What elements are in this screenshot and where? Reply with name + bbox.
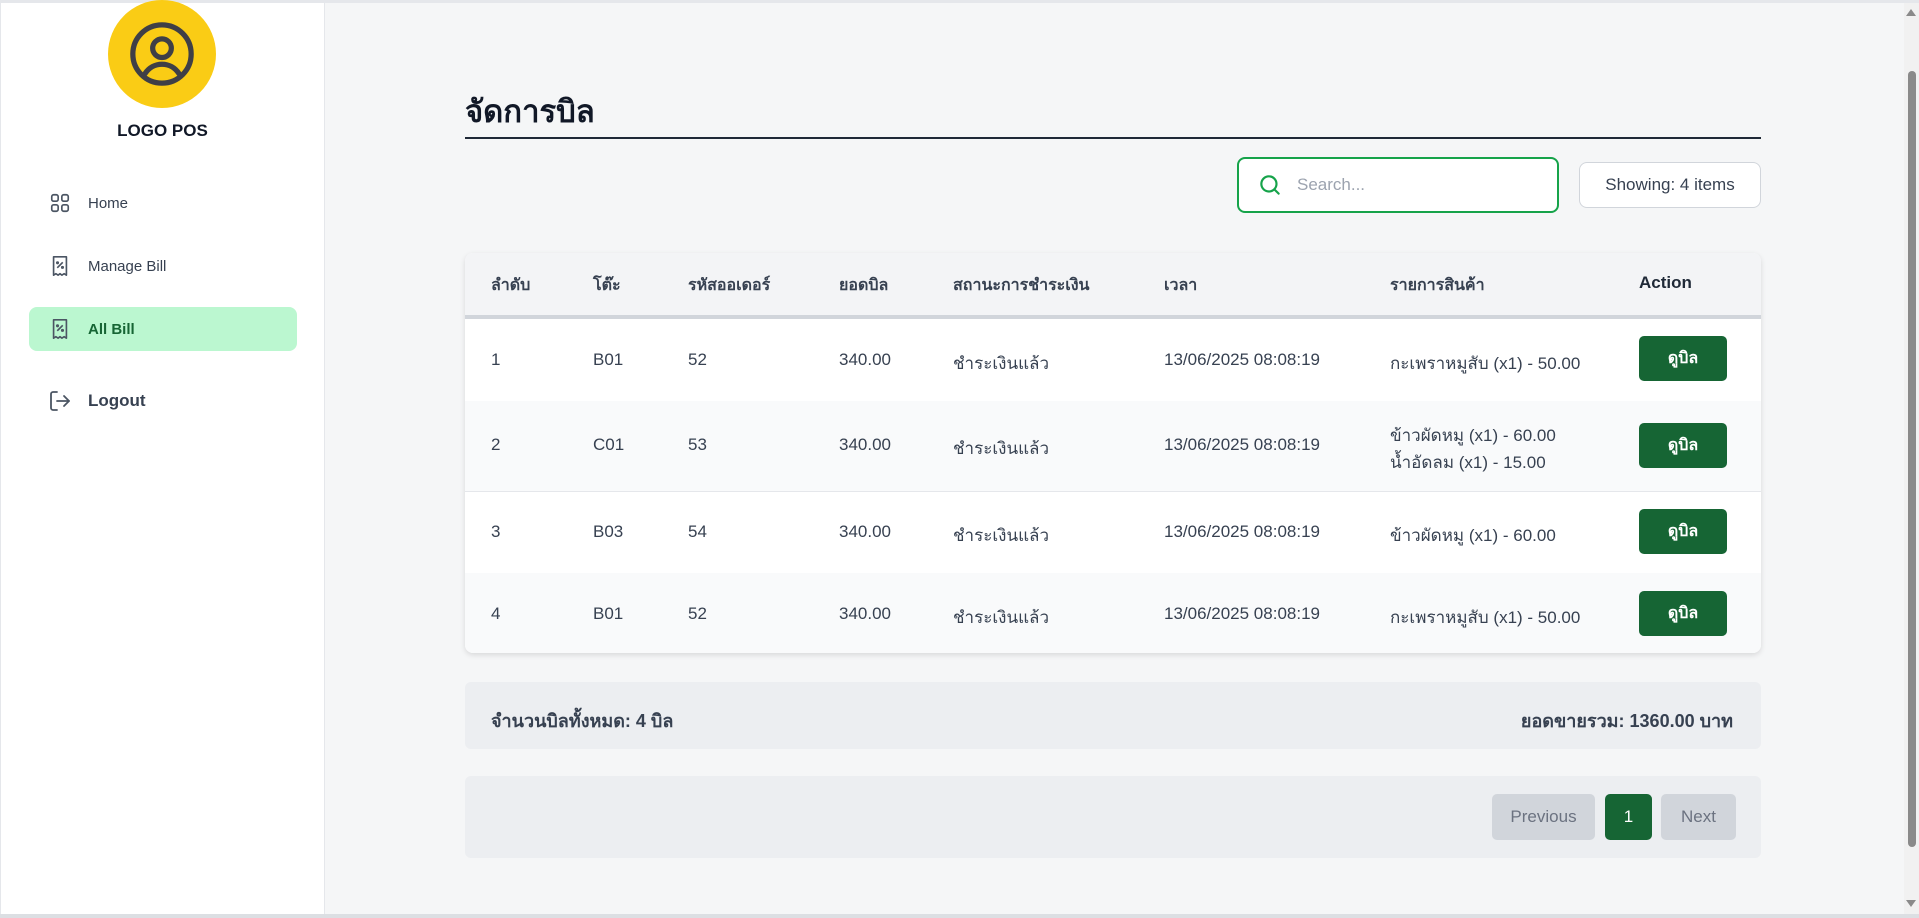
total-sales-text: ยอดขายรวม: 1360.00 บาท	[1520, 711, 1733, 731]
cell-amount: 340.00	[839, 522, 891, 541]
table-row: 1 B01 52 340.00 ชำระเงินแล้ว 13/06/2025 …	[465, 319, 1761, 402]
search-field[interactable]	[1237, 157, 1559, 213]
cell-amount: 340.00	[839, 350, 891, 369]
logo-text: LOGO POS	[117, 121, 208, 140]
header-order-id: รหัสออเดอร์	[688, 277, 771, 294]
table-row: 3 B03 54 340.00 ชำระเงินแล้ว 13/06/2025 …	[465, 491, 1761, 574]
sidebar-item-home[interactable]: Home	[29, 181, 297, 225]
search-icon	[1257, 172, 1283, 198]
cell-table: C01	[593, 435, 625, 454]
sidebar-item-label: Home	[88, 194, 129, 212]
cell-status: ชำระเงินแล้ว	[953, 608, 1049, 627]
cell-no: 1	[491, 350, 501, 369]
grid-icon	[48, 191, 72, 215]
cell-time: 13/06/2025 08:08:19	[1164, 350, 1320, 369]
cell-order-id: 52	[688, 350, 707, 369]
window-bottom-border	[0, 914, 1919, 918]
cell-status: ชำระเงินแล้ว	[953, 439, 1049, 458]
receipt-icon	[48, 317, 72, 341]
cell-no: 4	[491, 604, 501, 623]
cell-no: 2	[491, 435, 501, 454]
cell-table: B01	[593, 350, 624, 369]
sidebar-item-label: Logout	[88, 391, 146, 410]
page-number-button[interactable]: 1	[1605, 794, 1652, 840]
cell-time: 13/06/2025 08:08:19	[1164, 604, 1320, 623]
table-row: 2 C01 53 340.00 ชำระเงินแล้ว 13/06/2025 …	[465, 401, 1761, 492]
header-amount: ยอดบิล	[839, 277, 889, 294]
scroll-up-arrow-icon[interactable]	[1906, 9, 1916, 16]
cell-amount: 340.00	[839, 435, 891, 454]
scroll-thumb[interactable]	[1908, 71, 1916, 847]
cell-time: 13/06/2025 08:08:19	[1164, 522, 1320, 541]
view-bill-button[interactable]: ดูบิล	[1639, 423, 1727, 468]
scroll-down-arrow-icon[interactable]	[1906, 900, 1916, 907]
view-bill-button[interactable]: ดูบิล	[1639, 509, 1727, 554]
table-header: ลำดับ โต๊ะ รหัสออเดอร์ ยอดบิล สถานะการชำ…	[465, 253, 1761, 319]
pagination: Previous 1 Next	[465, 776, 1761, 858]
table-row: 4 B01 52 340.00 ชำระเงินแล้ว 13/06/2025 …	[465, 573, 1761, 653]
total-bills-text: จำนวนบิลทั้งหมด: 4 บิล	[491, 711, 674, 731]
header-table: โต๊ะ	[593, 277, 621, 294]
logo-user-icon	[108, 0, 216, 108]
summary-bar: จำนวนบิลทั้งหมด: 4 บิล ยอดขายรวม: 1360.0…	[465, 682, 1761, 749]
previous-page-button[interactable]: Previous	[1492, 794, 1595, 840]
next-page-button[interactable]: Next	[1661, 794, 1736, 840]
cell-item: กะเพราหมูสับ (x1) - 50.00	[1390, 608, 1581, 627]
sidebar-item-all-bill[interactable]: All Bill	[29, 307, 297, 351]
title-divider	[465, 137, 1761, 139]
header-time: เวลา	[1164, 277, 1198, 294]
receipt-icon	[48, 254, 72, 278]
cell-status: ชำระเงินแล้ว	[953, 526, 1049, 545]
header-payment-status: สถานะการชำระเงิน	[953, 277, 1090, 294]
cell-amount: 340.00	[839, 604, 891, 623]
sidebar-item-label: Manage Bill	[88, 257, 167, 275]
cell-order-id: 54	[688, 522, 707, 541]
sidebar-item-logout[interactable]: Logout	[29, 379, 297, 423]
showing-count-badge: Showing: 4 items	[1579, 162, 1761, 208]
cell-status: ชำระเงินแล้ว	[953, 354, 1049, 373]
cell-no: 3	[491, 522, 501, 541]
search-input[interactable]	[1295, 174, 1549, 196]
sidebar-item-label: All Bill	[88, 320, 135, 338]
cell-order-id: 53	[688, 435, 707, 454]
header-items: รายการสินค้า	[1390, 277, 1485, 294]
cell-item: น้ำอัดลม (x1) - 15.00	[1390, 453, 1546, 472]
cell-time: 13/06/2025 08:08:19	[1164, 435, 1320, 454]
cell-order-id: 52	[688, 604, 707, 623]
sidebar: LOGO POS Home Manage Bill All Bill Logou…	[0, 0, 325, 914]
cell-item: ข้าวผัดหมู (x1) - 60.00	[1390, 526, 1556, 545]
view-bill-button[interactable]: ดูบิล	[1639, 591, 1727, 636]
bills-table: ลำดับ โต๊ะ รหัสออเดอร์ ยอดบิล สถานะการชำ…	[465, 253, 1761, 653]
view-bill-button[interactable]: ดูบิล	[1639, 336, 1727, 381]
logout-icon	[48, 389, 72, 413]
page-title: จัดการบิล	[465, 94, 595, 129]
vertical-scrollbar[interactable]	[1904, 3, 1919, 914]
cell-table: B03	[593, 522, 624, 541]
cell-table: B01	[593, 604, 624, 623]
cell-item: กะเพราหมูสับ (x1) - 50.00	[1390, 354, 1581, 373]
header-no: ลำดับ	[491, 277, 531, 294]
sidebar-item-manage-bill[interactable]: Manage Bill	[29, 244, 297, 288]
header-action: Action	[1639, 273, 1692, 292]
cell-item: ข้าวผัดหมู (x1) - 60.00	[1390, 426, 1556, 445]
